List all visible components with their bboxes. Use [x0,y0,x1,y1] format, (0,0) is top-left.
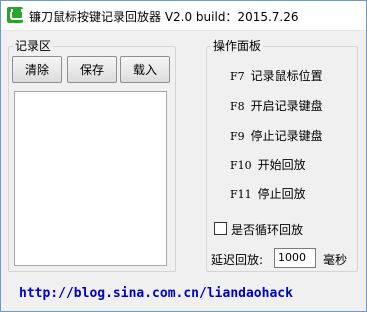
hotkey-key: F8 [230,100,245,113]
loop-checkbox[interactable] [214,222,227,235]
hotkey-action: 开启记录键盘 [250,99,323,113]
hotkey-key: F10 [230,159,252,172]
hotkey-action: 停止记录键盘 [250,129,323,143]
hotkey-key: F9 [230,130,245,143]
load-button[interactable]: 载入 [120,56,170,83]
record-listbox[interactable] [14,91,167,266]
save-button[interactable]: 保存 [67,56,117,83]
delay-input[interactable]: 1000 [274,248,316,268]
window-title: 镰刀鼠标按键记录回放器 V2.0 build：2015.7.26 [29,10,299,24]
hotkey-f10: F10 开始回放 [230,156,306,173]
hotkey-f7: F7 记录鼠标位置 [230,67,323,84]
hotkey-f8: F8 开启记录键盘 [230,97,323,114]
hotkey-f11: F11 停止回放 [230,185,306,202]
delay-unit: 毫秒 [323,253,348,267]
title-bar[interactable]: 镰刀鼠标按键记录回放器 V2.0 build：2015.7.26 [1,1,366,31]
hotkey-f9: F9 停止记录键盘 [230,127,323,144]
hotkey-action: 开始回放 [257,158,306,172]
hotkey-action: 停止回放 [257,187,306,201]
loop-label[interactable]: 是否循环回放 [231,221,303,238]
app-window: 镰刀鼠标按键记录回放器 V2.0 build：2015.7.26 记录区 清除 … [0,0,367,312]
hotkey-action: 记录鼠标位置 [250,69,323,83]
hotkey-key: F11 [230,188,252,201]
clear-button[interactable]: 清除 [12,56,62,83]
panel-group-legend: 操作面板 [211,39,264,53]
blog-link[interactable]: http://blog.sina.com.cn/liandaohack [19,286,293,301]
delay-label: 延迟回放: [211,253,264,267]
record-group-legend: 记录区 [13,39,54,53]
app-icon [7,7,24,23]
hotkey-key: F7 [230,70,245,83]
